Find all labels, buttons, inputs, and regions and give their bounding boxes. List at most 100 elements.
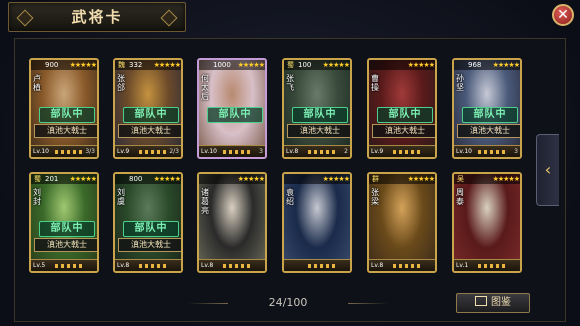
card-gem-slots-icon [308,264,336,268]
page-indicator: 24/100 [188,294,348,312]
card-bottom-bar: Lv.1 [454,259,520,271]
general-card[interactable]: 蜀 201 ★★★★★ 刘封 部队中 滇池大戟士 Lv.5 [29,172,99,273]
card-gem-slots-icon [223,150,251,154]
side-collapse-tab[interactable]: ‹ [536,134,559,206]
general-card[interactable]: ★★★★★ 曹操部队中 滇池大戟士 Lv.9 [367,58,437,159]
card-general-name: 何太后 [201,74,209,101]
window-title-bar: 武将卡 [8,2,186,32]
card-cost: 968 [468,61,482,69]
card-general-name: 孙坚 [456,74,464,92]
card-gem-slots-icon [308,150,336,154]
general-card[interactable]: 968 ★★★★★ 孙坚 部队中 滇池大戟士 Lv.10 3 [452,58,522,159]
star-rating-icon: ★★★★★ [153,61,181,69]
card-faction [370,60,381,70]
general-card[interactable]: 魏 332 ★★★★★ 张郃 部队中 滇池大戟士 Lv.9 2/3 [113,58,183,159]
card-bottom-bar: Lv.10 3 [199,145,265,157]
deployed-badge: 部队中 [377,107,433,123]
card-troop-label: 滇池大戟士 [372,124,435,138]
card-faction: 蜀 [34,175,41,183]
card-faction [116,174,127,184]
card-level: Lv.10 [201,148,217,155]
card-level: Lv.10 [33,148,49,155]
card-count: 3/3 [85,148,95,155]
card-level: Lv.10 [456,148,472,155]
card-bottom-bar: Lv.8 [115,259,181,271]
card-general-name: 卢植 [33,74,41,92]
card-level: Lv.8 [286,148,299,155]
card-general-name: 张郃 [117,74,125,92]
close-button[interactable]: ✕ [552,4,574,26]
star-rating-icon: ★★★★★ [322,175,350,183]
card-general-name: 袁绍 [286,188,294,206]
card-bottom-bar: Lv.8 2 [284,145,350,157]
card-gem-slots-icon [139,150,167,154]
card-general-name: 诸葛亮 [201,188,209,215]
card-gem-slots-icon [478,264,506,268]
card-general-name: 张梁 [371,188,379,206]
card-troop-label: 滇池大戟士 [34,238,97,252]
card-level: Lv.9 [117,148,130,155]
card-level: Lv.8 [201,262,214,269]
card-general-name: 张飞 [286,74,294,92]
card-general-name: 曹操 [371,74,379,92]
card-cost: 332 [129,61,143,69]
card-troop-label: 滇池大戟士 [457,124,520,138]
star-rating-icon: ★★★★★ [492,61,520,69]
card-faction [200,174,211,184]
card-troop-label: 滇池大戟士 [118,238,181,252]
card-cost: 900 [45,61,59,69]
card-general-name: 刘封 [33,188,41,206]
card-gem-slots-icon [55,264,83,268]
card-gem-slots-icon [393,150,421,154]
card-bottom-bar [284,259,350,271]
deployed-badge: 部队中 [292,107,348,123]
card-bottom-bar: Lv.5 [31,259,97,271]
card-faction: 吴 [457,175,464,183]
star-rating-icon: ★★★★★ [492,175,520,183]
card-troop-label: 滇池大戟士 [34,124,97,138]
card-level: Lv.5 [33,262,46,269]
card-bottom-bar: Lv.8 [369,259,435,271]
book-icon [475,296,487,306]
card-bottom-bar: Lv.9 2/3 [115,145,181,157]
star-rating-icon: ★★★★★ [407,61,435,69]
general-card[interactable]: 群 ★★★★★ 张梁 Lv.8 [367,172,437,273]
general-card[interactable]: ★★★★★ 袁绍 [282,172,352,273]
deployed-badge: 部队中 [123,107,179,123]
star-rating-icon: ★★★★★ [322,61,350,69]
deployed-badge: 部队中 [207,107,263,123]
general-card[interactable]: ★★★★★ 诸葛亮 Lv.8 [197,172,267,273]
card-bottom-bar: Lv.8 [199,259,265,271]
card-faction [32,60,43,70]
card-bottom-bar: Lv.9 [369,145,435,157]
album-button[interactable]: 图鉴 [456,293,530,313]
card-count: 3 [259,148,263,155]
card-gem-slots-icon [139,264,167,268]
card-faction: 群 [372,175,379,183]
star-rating-icon: ★★★★★ [69,175,97,183]
album-button-label: 图鉴 [491,297,511,308]
window-frame: 武将卡 ✕ 900 ★★★★★ 卢植 部队中 滇池大戟士 Lv.10 3/3 魏 332 ★★★★… [0,0,580,326]
card-general-name: 周泰 [456,188,464,206]
card-troop-label: 滇池大戟士 [287,124,350,138]
card-gem-slots-icon [478,150,506,154]
general-card[interactable]: 900 ★★★★★ 卢植部队中 滇池大戟士 Lv.10 3/3 [29,58,99,159]
card-cost: 800 [129,175,143,183]
deployed-badge: 部队中 [39,107,95,123]
general-card[interactable]: 吴 ★★★★★ 周泰 Lv.1 [452,172,522,273]
star-rating-icon: ★★★★★ [237,61,265,69]
general-card[interactable]: 800 ★★★★★ 刘虞 部队中 滇池大戟士 Lv.8 [113,172,183,273]
card-level: Lv.9 [371,148,384,155]
general-card[interactable]: 蜀 100 ★★★★★ 张飞 部队中 滇池大戟士 Lv.8 2 [282,58,352,159]
card-level: Lv.8 [117,262,130,269]
star-rating-icon: ★★★★★ [153,175,181,183]
card-level: Lv.1 [456,262,469,269]
card-faction [455,60,466,70]
card-general-name: 刘虞 [117,188,125,206]
general-card[interactable]: 1000 ★★★★★ 何太后部队中 Lv.10 3 [197,58,267,159]
card-cost: 1000 [213,61,231,69]
star-rating-icon: ★★★★★ [69,61,97,69]
card-bottom-bar: Lv.10 3/3 [31,145,97,157]
card-level: Lv.8 [371,262,384,269]
card-gem-slots-icon [223,264,251,268]
